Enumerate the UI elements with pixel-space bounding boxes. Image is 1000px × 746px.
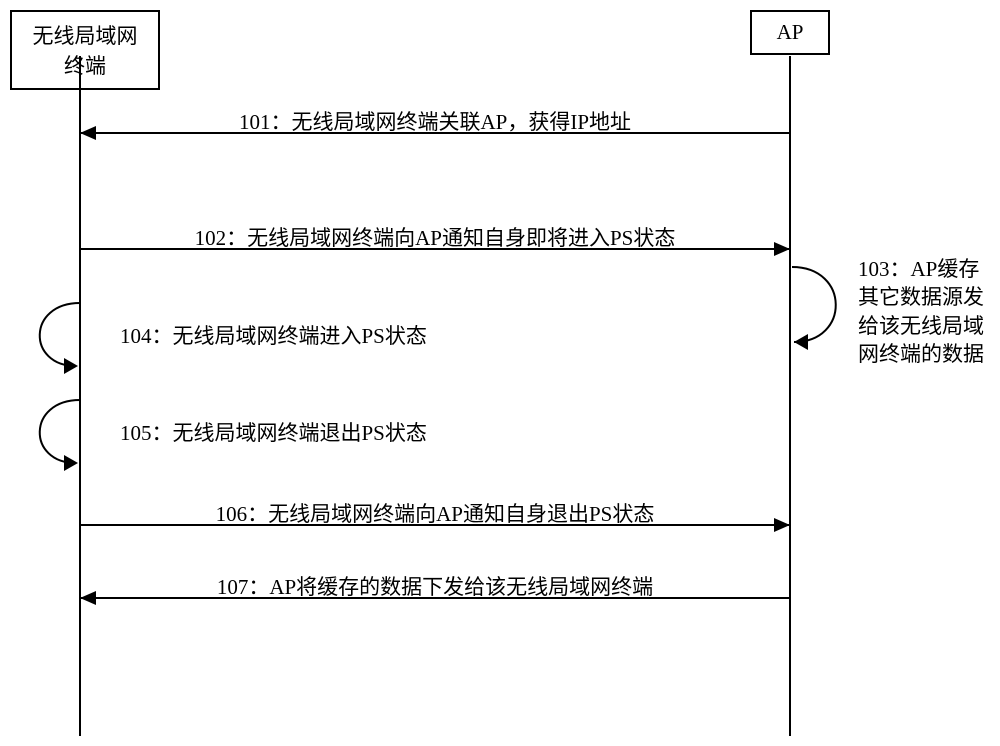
message-107-arrow — [80, 591, 96, 605]
message-105-loop — [22, 395, 92, 480]
message-101-arrow — [80, 126, 96, 140]
message-104-loop — [22, 298, 92, 383]
message-107-line — [80, 597, 790, 599]
m103-line2: 其它数据源发 — [858, 285, 984, 309]
message-101-line — [80, 132, 790, 134]
message-103-label: 103：AP缓存 其它数据源发 给该无线局域 网终端的数据 — [858, 255, 998, 368]
participant-ap: AP — [750, 10, 830, 55]
participant-wlan-terminal: 无线局域网终端 — [10, 10, 160, 90]
m103-line1: 103：AP缓存 — [858, 257, 979, 281]
message-103-loop — [790, 262, 860, 357]
m103-line4: 网终端的数据 — [858, 342, 984, 366]
message-105-label: 105：无线局域网终端退出PS状态 — [120, 417, 427, 447]
lifeline-ap — [789, 56, 791, 736]
sequence-diagram: 无线局域网终端 AP 101：无线局域网终端关联AP，获得IP地址 102：无线… — [0, 0, 1000, 746]
message-102-arrow — [774, 242, 790, 256]
message-106-arrow — [774, 518, 790, 532]
message-102-line — [80, 248, 790, 250]
message-106-line — [80, 524, 790, 526]
m103-line3: 给该无线局域 — [858, 314, 984, 338]
message-104-label: 104：无线局域网终端进入PS状态 — [120, 320, 427, 350]
